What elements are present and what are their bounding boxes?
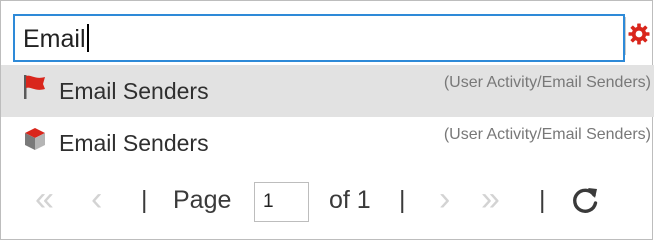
settings-button[interactable] (625, 17, 651, 55)
page-count-label: of 1 (329, 186, 371, 214)
previous-page-icon[interactable]: ‹ (91, 182, 102, 216)
result-path: (User Activity/Email Senders) (443, 74, 651, 91)
filter-cube-icon (25, 128, 45, 150)
search-input-value: Email (23, 24, 89, 54)
first-page-icon[interactable]: « (35, 182, 54, 216)
result-label: Email Senders (59, 130, 209, 156)
refresh-icon[interactable] (569, 184, 601, 216)
separator: | (539, 186, 546, 214)
result-item[interactable]: Email Senders (User Activity/Email Sende… (1, 65, 654, 117)
page-label: Page (173, 186, 232, 214)
separator: | (141, 186, 148, 214)
separator: | (399, 186, 406, 214)
next-page-icon[interactable]: › (439, 182, 450, 216)
pagination-bar: « ‹ | Page of 1 | › » | (1, 169, 654, 241)
search-panel: Email Email Senders (User Activity/Email… (0, 0, 654, 241)
result-item[interactable]: Email Senders (User Activity/Email Sende… (1, 117, 654, 169)
search-row: Email (1, 1, 654, 62)
result-path: (User Activity/Email Senders) (443, 126, 651, 143)
result-label: Email Senders (59, 78, 209, 104)
gear-icon (628, 23, 650, 45)
search-input[interactable]: Email (13, 14, 625, 62)
text-caret (86, 24, 89, 52)
page-number-input[interactable] (254, 182, 309, 222)
last-page-icon[interactable]: » (481, 182, 500, 216)
red-flag-icon (24, 75, 45, 99)
